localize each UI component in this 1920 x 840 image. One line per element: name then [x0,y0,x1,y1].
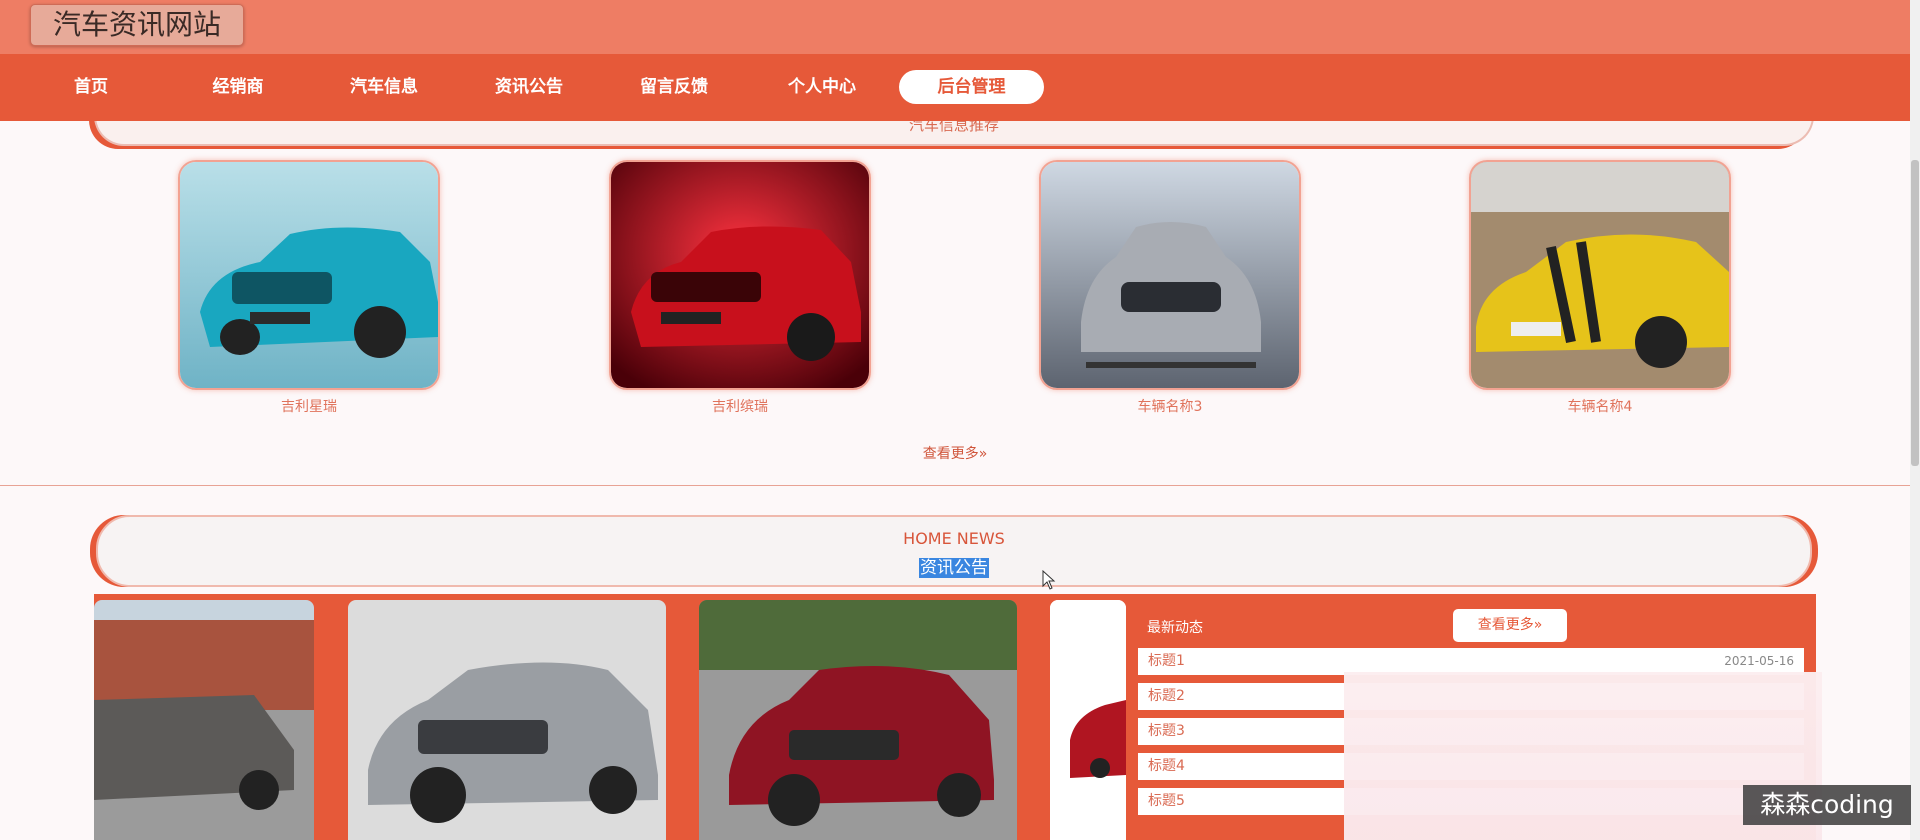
news-item-title[interactable]: 标题2 [1148,683,1185,710]
view-more-news-button[interactable]: 查看更多» [1453,609,1567,642]
car-image[interactable] [609,160,871,390]
news-item-title[interactable]: 标题3 [1148,718,1185,745]
nav-personal-center[interactable]: 个人中心 [784,70,860,104]
mouse-cursor-icon [1042,569,1056,594]
main-navbar: 首页 经销商 汽车信息 资讯公告 留言反馈 个人中心 后台管理 [0,54,1910,121]
news-image[interactable] [1050,600,1126,840]
car-card[interactable]: 吉利缤瑞 [609,160,871,416]
news-image[interactable] [94,600,314,840]
car-card[interactable]: 车辆名称4 [1469,160,1731,416]
news-item-title[interactable]: 标题4 [1148,753,1185,780]
section-divider [0,485,1910,486]
scrollbar-thumb[interactable] [1911,160,1919,466]
news-item-date: 2021-05-16 [1724,654,1794,668]
news-heading-zh-text: 资讯公告 [919,558,989,578]
car-image[interactable] [1469,160,1731,390]
watermark: 森森coding [1743,785,1911,825]
car-card[interactable]: 车辆名称3 [1039,160,1301,416]
news-image[interactable] [699,600,1017,840]
news-item-title[interactable]: 标题1 [1148,648,1185,675]
news-image[interactable] [348,600,666,840]
car-card[interactable]: 吉利星瑞 [178,160,440,416]
news-section-banner: HOME NEWS 资讯公告 [96,515,1812,587]
nav-admin[interactable]: 后台管理 [899,70,1044,104]
car-image[interactable] [1039,160,1301,390]
nav-dealers[interactable]: 经销商 [208,70,268,104]
site-title[interactable]: 汽车资讯网站 [30,4,245,46]
car-name[interactable]: 车辆名称3 [1039,396,1301,416]
news-heading-en: HOME NEWS [903,529,1005,548]
latest-news-title: 最新动态 [1147,620,1203,636]
news-list-item[interactable]: 标题1 2021-05-16 [1138,648,1804,675]
news-item-title[interactable]: 标题5 [1148,788,1185,815]
car-name[interactable]: 吉利星瑞 [178,396,440,416]
car-image[interactable] [178,160,440,390]
nav-home[interactable]: 首页 [64,70,118,104]
car-name[interactable]: 车辆名称4 [1469,396,1731,416]
top-header: 汽车资讯网站 [0,0,1910,54]
nav-news[interactable]: 资讯公告 [491,70,567,104]
nav-car-info[interactable]: 汽车信息 [346,70,422,104]
view-more-cars-link[interactable]: 查看更多» [900,443,1010,463]
nav-feedback[interactable]: 留言反馈 [636,70,712,104]
news-heading-zh: 资讯公告 [98,553,1810,578]
car-name[interactable]: 吉利缤瑞 [609,396,871,416]
